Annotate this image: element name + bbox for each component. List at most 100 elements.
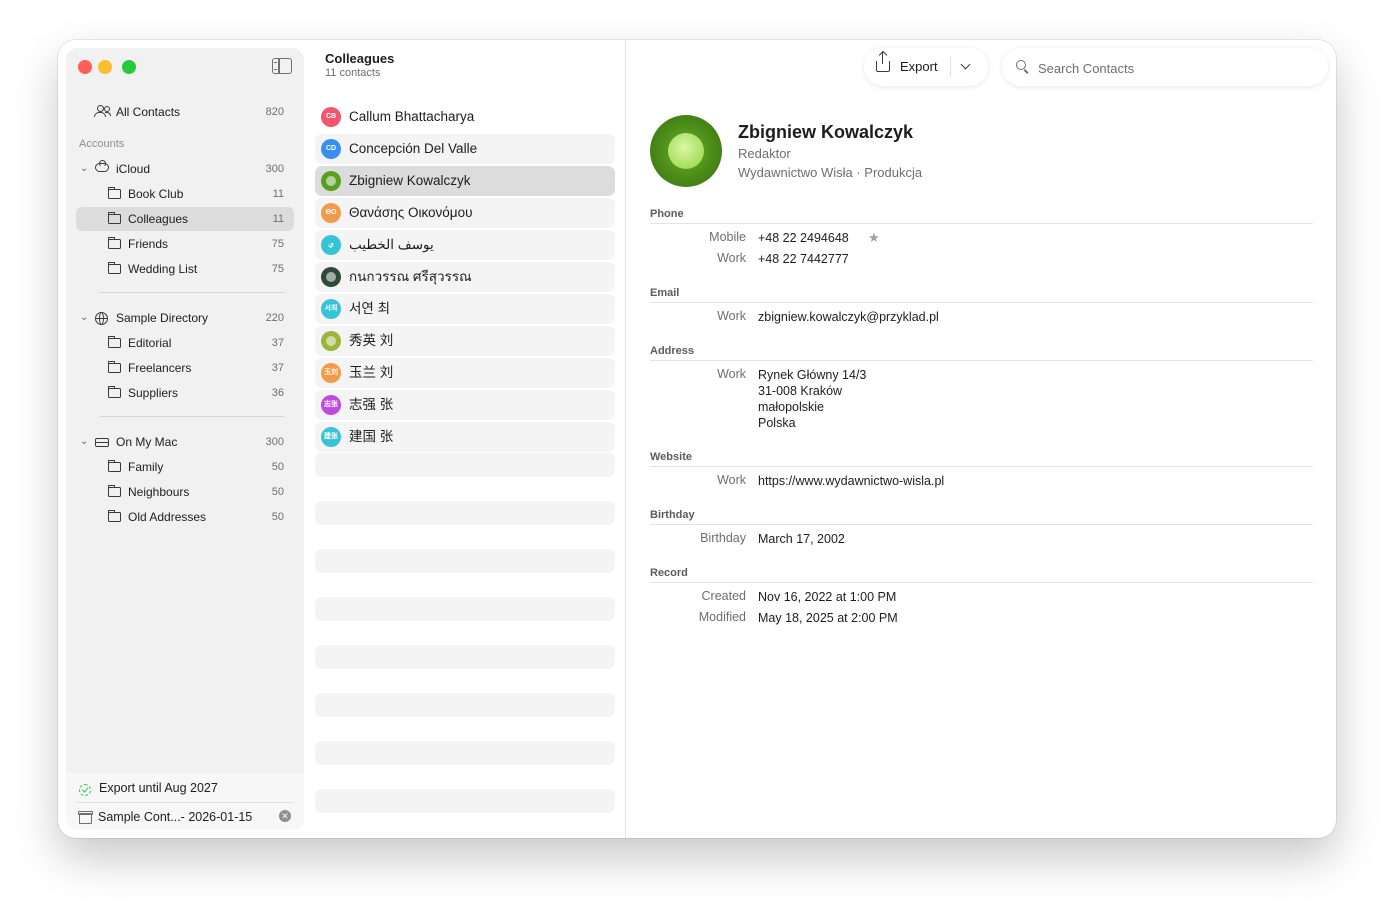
zoom-window-button[interactable] — [122, 60, 136, 74]
list-subtitle: 11 contacts — [325, 67, 381, 79]
sidebar-item-family[interactable]: Family 50 — [76, 455, 294, 479]
contact-photo[interactable] — [650, 115, 722, 187]
star-icon[interactable]: ★ — [868, 230, 880, 246]
sidebar-item-book-club[interactable]: Book Club 11 — [76, 182, 294, 206]
sidebar-item-icloud[interactable]: ⌄ iCloud 300 — [76, 157, 294, 181]
sidebar-item-suppliers[interactable]: Suppliers 36 — [76, 381, 294, 405]
sidebar-item-count: 50 — [271, 511, 284, 523]
contact-name: Zbigniew Kowalczyk — [349, 173, 471, 188]
contact-name: 志强 张 — [349, 397, 394, 412]
contact-row[interactable]: 建张 建国 张 — [315, 422, 615, 452]
avatar: 建张 — [321, 427, 341, 447]
field-label: Modified — [698, 610, 746, 624]
placeholder-row — [315, 453, 615, 477]
website-value[interactable]: https://www.wydawnictwo-wisla.pl — [758, 473, 944, 489]
contact-row[interactable]: ي يوسف الخطيب — [315, 230, 615, 260]
section-title-website: Website — [650, 451, 692, 463]
section-title-address: Address — [650, 345, 695, 357]
folder-icon — [108, 510, 121, 522]
sidebar-item-on-my-mac[interactable]: ⌄ On My Mac 300 — [76, 430, 294, 454]
sidebar-item-count: 11 — [272, 188, 284, 200]
chevron-down-icon[interactable]: ⌄ — [80, 157, 88, 181]
contact-row[interactable]: 秀英 刘 — [315, 326, 615, 356]
sidebar-item-neighbours[interactable]: Neighbours 50 — [76, 480, 294, 504]
field-label: Work — [717, 251, 746, 265]
email-value[interactable]: zbigniew.kowalczyk@przyklad.pl — [758, 309, 939, 325]
sidebar-item-count: 50 — [271, 461, 284, 473]
avatar: CD — [321, 139, 341, 159]
chevron-down-icon[interactable]: ⌄ — [80, 306, 88, 330]
phone-mobile-value[interactable]: +48 22 2494648 — [758, 230, 849, 246]
folder-icon — [108, 262, 121, 274]
close-window-button[interactable] — [78, 60, 92, 74]
sidebar-item-label: Colleagues — [128, 212, 189, 226]
contact-name: Concepción Del Valle — [349, 141, 478, 156]
contact-row[interactable]: CD Concepción Del Valle — [315, 134, 615, 164]
sidebar-item-count: 11 — [272, 213, 284, 225]
folder-icon — [108, 386, 121, 398]
avatar: ي — [321, 235, 341, 255]
contact-name: Callum Bhattacharya — [349, 109, 475, 124]
contact-row[interactable]: 玉刘 玉兰 刘 — [315, 358, 615, 388]
sidebar-item-count: 50 — [271, 486, 284, 498]
contact-name: Θανάσης Οικονόμου — [349, 205, 473, 220]
archive-name[interactable]: Sample Cont...- 2026-01-15 — [98, 810, 252, 824]
address-line[interactable]: Rynek Główny 14/3 — [758, 367, 866, 383]
minimize-window-button[interactable] — [98, 60, 112, 74]
contact-organization: Wydawnictwo Wisła · Produkcja — [738, 165, 923, 180]
archive-icon — [78, 811, 93, 824]
search-input[interactable] — [1036, 48, 1310, 88]
sidebar-item-all-contacts[interactable]: All Contacts 820 — [76, 100, 294, 124]
clear-icon[interactable]: ✕ — [279, 810, 291, 822]
contacts-window: All Contacts 820 Accounts ⌄ iCloud 300 B… — [58, 40, 1336, 838]
address-line[interactable]: Polska — [758, 415, 796, 431]
placeholder-row — [315, 693, 615, 717]
contact-name: 秀英 刘 — [349, 333, 394, 348]
address-line[interactable]: 31-008 Kraków — [758, 383, 842, 399]
avatar: 志张 — [321, 395, 341, 415]
folder-icon — [108, 361, 121, 373]
contact-row[interactable]: Zbigniew Kowalczyk — [315, 166, 615, 196]
field-label: Work — [717, 367, 746, 381]
sidebar-item-colleagues[interactable]: Colleagues 11 — [76, 207, 294, 231]
cloud-icon — [95, 160, 109, 172]
share-icon — [876, 52, 890, 72]
sidebar-item-label: Editorial — [128, 336, 172, 350]
contact-row[interactable]: CB Callum Bhattacharya — [315, 102, 615, 132]
sidebar-item-freelancers[interactable]: Freelancers 37 — [76, 356, 294, 380]
contact-row[interactable]: กนกวรรณ ศรีสุวรรณ — [315, 262, 615, 292]
sidebar-item-label: All Contacts — [116, 105, 181, 119]
sidebar-item-old-addresses[interactable]: Old Addresses 50 — [76, 505, 294, 529]
search-field[interactable] — [1002, 48, 1328, 88]
sidebar-item-sample-directory[interactable]: ⌄ Sample Directory 220 — [76, 306, 294, 330]
pane-divider[interactable] — [625, 40, 626, 838]
sidebar-item-label: Freelancers — [128, 361, 192, 375]
chevron-down-icon[interactable] — [960, 59, 971, 70]
export-button[interactable]: Export — [864, 48, 988, 86]
contact-row[interactable]: 서최 서연 최 — [315, 294, 615, 324]
contact-row[interactable]: 志张 志强 张 — [315, 390, 615, 420]
contact-name: 玉兰 刘 — [349, 365, 394, 380]
section-title-email: Email — [650, 287, 680, 299]
chevron-down-icon[interactable]: ⌄ — [80, 430, 88, 454]
sidebar-item-friends[interactable]: Friends 75 — [76, 232, 294, 256]
sidebar-footer: Export until Aug 2027 Sample Cont...- 20… — [66, 773, 304, 830]
address-line[interactable]: małopolskie — [758, 399, 824, 415]
sidebar-item-count: 220 — [265, 312, 284, 324]
field-label: Created — [701, 589, 746, 603]
phone-work-value[interactable]: +48 22 7442777 — [758, 251, 849, 267]
created-value: Nov 16, 2022 at 1:00 PM — [758, 590, 897, 604]
sidebar-item-label: Family — [128, 460, 164, 474]
sidebar-item-editorial[interactable]: Editorial 37 — [76, 331, 294, 355]
avatar: 서최 — [321, 299, 341, 319]
sidebar-item-count: 37 — [271, 362, 284, 374]
sidebar-item-count: 75 — [271, 238, 284, 250]
folder-icon — [108, 187, 121, 199]
sidebar-toggle-icon[interactable] — [272, 58, 292, 74]
footer-divider — [76, 802, 294, 803]
birthday-value[interactable]: March 17, 2002 — [758, 531, 845, 547]
sidebar-item-wedding-list[interactable]: Wedding List 75 — [76, 257, 294, 281]
contact-row[interactable]: ΘΟ Θανάσης Οικονόμου — [315, 198, 615, 228]
contact-full-name: Zbigniew Kowalczyk — [738, 122, 914, 142]
sidebar-item-count: 300 — [265, 436, 284, 448]
